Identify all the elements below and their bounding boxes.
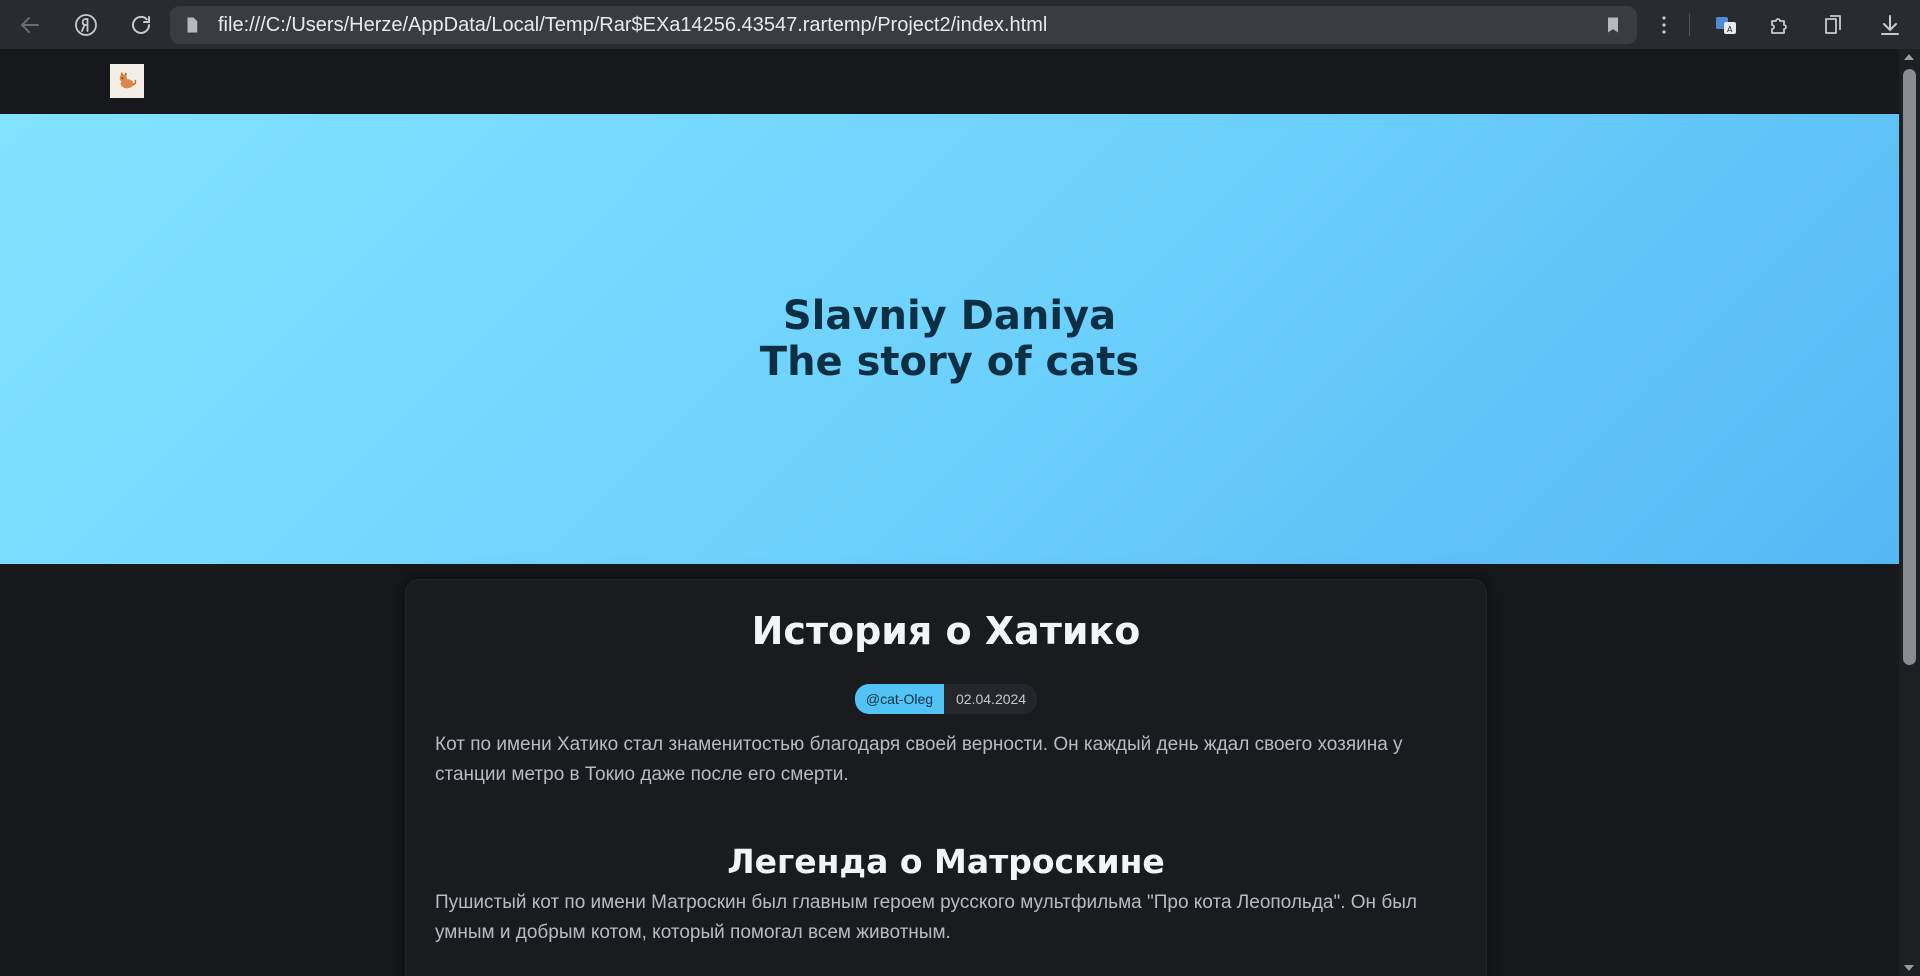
downloads-button[interactable] xyxy=(1871,6,1908,43)
article-card: История о Хатико @cat-Oleg 02.04.2024 Ко… xyxy=(405,579,1487,976)
arrow-left-icon xyxy=(20,16,39,33)
bookmark-icon[interactable] xyxy=(1603,15,1623,35)
hero-banner: Slavniy Daniya The story of cats xyxy=(0,114,1899,564)
hero-title: Slavniy Daniya The story of cats xyxy=(760,293,1139,385)
page-viewport: Slavniy Daniya The story of cats История… xyxy=(0,49,1899,976)
translate-extension-button[interactable]: A xyxy=(1707,6,1744,43)
file-icon xyxy=(187,17,198,33)
article-title: История о Хатико xyxy=(751,609,1141,653)
svg-text:A: A xyxy=(1727,25,1733,34)
vertical-scrollbar[interactable] xyxy=(1899,49,1920,976)
url-text[interactable]: file:///C:/Users/Herze/AppData/Local/Tem… xyxy=(218,6,1047,44)
article-paragraph: Пушистый кот по имени Матроскин был глав… xyxy=(435,892,1417,943)
cat-logo-icon xyxy=(119,71,137,89)
address-bar[interactable]: file:///C:/Users/Herze/AppData/Local/Tem… xyxy=(170,6,1637,44)
yandex-button[interactable] xyxy=(67,6,104,43)
article-subtitle: Легенда о Матроскине xyxy=(727,842,1165,881)
article-paragraph: Кот по имени Хатико стал знаменитостью б… xyxy=(435,734,1403,785)
scroll-up-arrow-icon[interactable] xyxy=(1904,54,1914,60)
site-header xyxy=(0,49,1899,114)
collections-icon xyxy=(1824,14,1841,34)
collections-button[interactable] xyxy=(1815,6,1852,43)
scroll-down-arrow-icon[interactable] xyxy=(1904,965,1914,971)
translate-icon: A xyxy=(1715,16,1736,34)
hero-title-line1: Slavniy Daniya xyxy=(782,293,1117,339)
menu-button[interactable] xyxy=(1645,6,1682,43)
author-badge[interactable]: @cat-Oleg xyxy=(854,684,945,714)
scrollbar-thumb[interactable] xyxy=(1903,69,1916,665)
back-button[interactable] xyxy=(11,6,48,43)
extensions-button[interactable] xyxy=(1761,6,1798,43)
site-logo[interactable] xyxy=(110,64,144,98)
date-badge: 02.04.2024 xyxy=(956,691,1027,707)
reload-button[interactable] xyxy=(122,6,159,43)
hero-title-line2: The story of cats xyxy=(759,339,1140,385)
download-icon xyxy=(1880,14,1899,35)
article-meta: @cat-Oleg 02.04.2024 xyxy=(406,684,1486,714)
browser-toolbar: file:///C:/Users/Herze/AppData/Local/Tem… xyxy=(0,0,1920,49)
more-vertical-icon xyxy=(1661,15,1666,34)
puzzle-icon xyxy=(1770,17,1787,34)
yandex-logo-icon xyxy=(74,13,97,36)
reload-icon xyxy=(131,15,150,34)
toolbar-divider xyxy=(1689,14,1690,36)
